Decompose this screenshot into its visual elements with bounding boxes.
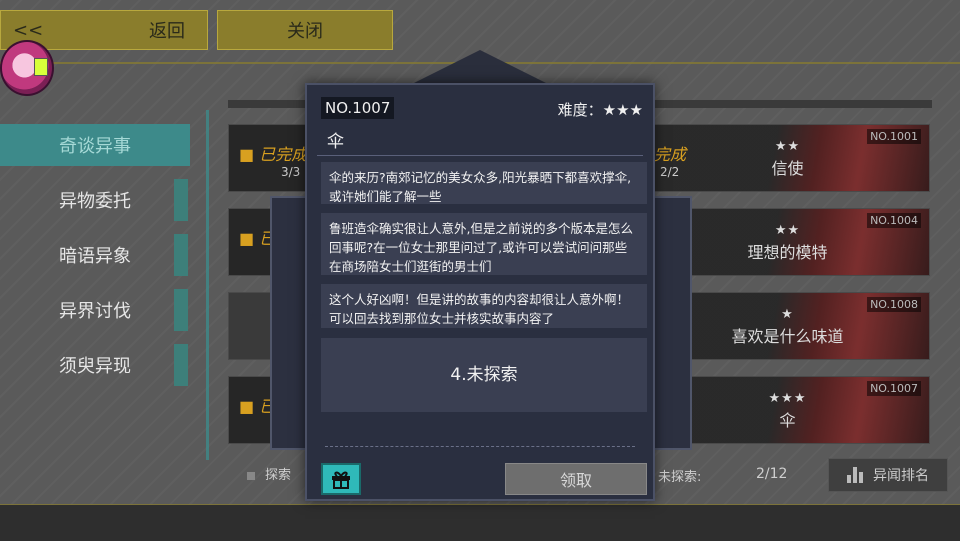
ranking-button[interactable]: 异闻排名 — [828, 458, 948, 492]
sidebar-item-label: 异界讨伐 — [59, 301, 131, 322]
sidebar-item-strange-tales[interactable]: 奇谈异事 — [0, 124, 190, 166]
sidebar-item-label: 异物委托 — [59, 191, 131, 212]
sidebar-tab-marker — [174, 179, 188, 221]
quest-detail-modal: NO.1007 难度：★★★ 伞 伞的来历?南郊记忆的美女众多,阳光暴晒下都喜欢… — [305, 83, 655, 501]
unexplored-count: 2/12 — [756, 466, 788, 482]
sidebar-item-artifact-commission[interactable]: 异物委托 — [0, 179, 190, 221]
modal-quest-number: NO.1007 — [321, 97, 395, 119]
explore-label: 探索 — [265, 468, 292, 483]
modal-difficulty: 难度：★★★ — [557, 101, 643, 119]
modal-dashed-divider — [325, 446, 635, 447]
sidebar-item-label: 暗语异象 — [59, 246, 131, 267]
character-avatar[interactable] — [0, 40, 54, 96]
difficulty-stars: ★★ — [774, 139, 801, 154]
sidebar-tab-marker — [174, 289, 188, 331]
modal-separator — [317, 155, 643, 156]
clue-4-unexplored: 4.未探索 — [321, 338, 647, 412]
bottom-bar — [0, 505, 960, 541]
clue-2: 鲁班造伞确实很让人意外,但是之前说的多个版本是怎么回事呢?在一位女士那里问过了,… — [321, 213, 647, 275]
sidebar-item-cipher-phenomena[interactable]: 暗语异象 — [0, 234, 190, 276]
category-sidebar: 奇谈异事 异物委托 暗语异象 异界讨伐 须臾异现 — [0, 124, 190, 399]
back-arrow-icon: << — [13, 19, 44, 41]
sidebar-item-otherworld-crusade[interactable]: 异界讨伐 — [0, 289, 190, 331]
ranking-label: 异闻排名 — [873, 468, 929, 484]
sidebar-item-label: 奇谈异事 — [59, 136, 131, 157]
bar-chart-icon — [847, 467, 863, 483]
completed-label: ■ 已完成 — [239, 145, 308, 164]
clue-3: 这个人好凶啊！但是讲的故事的内容却很让人意外啊！可以回去找到那位女士并核实故事内… — [321, 284, 647, 328]
close-button[interactable]: 关闭 — [217, 10, 393, 50]
gift-reward-button[interactable] — [321, 463, 361, 495]
sidebar-tab-marker — [174, 234, 188, 276]
sidebar-tab-marker — [174, 344, 188, 386]
phone-badge-icon — [34, 58, 48, 76]
back-label: 返回 — [149, 21, 185, 42]
progress-count: 3/3 — [281, 165, 301, 179]
sidebar-divider — [206, 110, 209, 460]
legend-square-icon — [247, 471, 255, 480]
unexplored-label: 未探索: — [658, 470, 702, 485]
clue-1: 伞的来历?南郊记忆的美女众多,阳光暴晒下都喜欢撑伞,或许她们能了解一些 — [321, 162, 647, 204]
gift-icon — [332, 471, 350, 489]
quest-title: 信使 — [771, 159, 804, 178]
claim-button[interactable]: 领取 — [505, 463, 647, 495]
modal-quest-title: 伞 — [327, 132, 344, 152]
sidebar-item-fleeting-anomaly[interactable]: 须臾异现 — [0, 344, 190, 386]
explore-legend: 探索 — [247, 464, 291, 483]
sidebar-item-label: 须臾异现 — [59, 356, 131, 377]
quest-card-1001[interactable]: 完成 2/2 NO.1001 ★★ 信使 — [645, 124, 930, 192]
